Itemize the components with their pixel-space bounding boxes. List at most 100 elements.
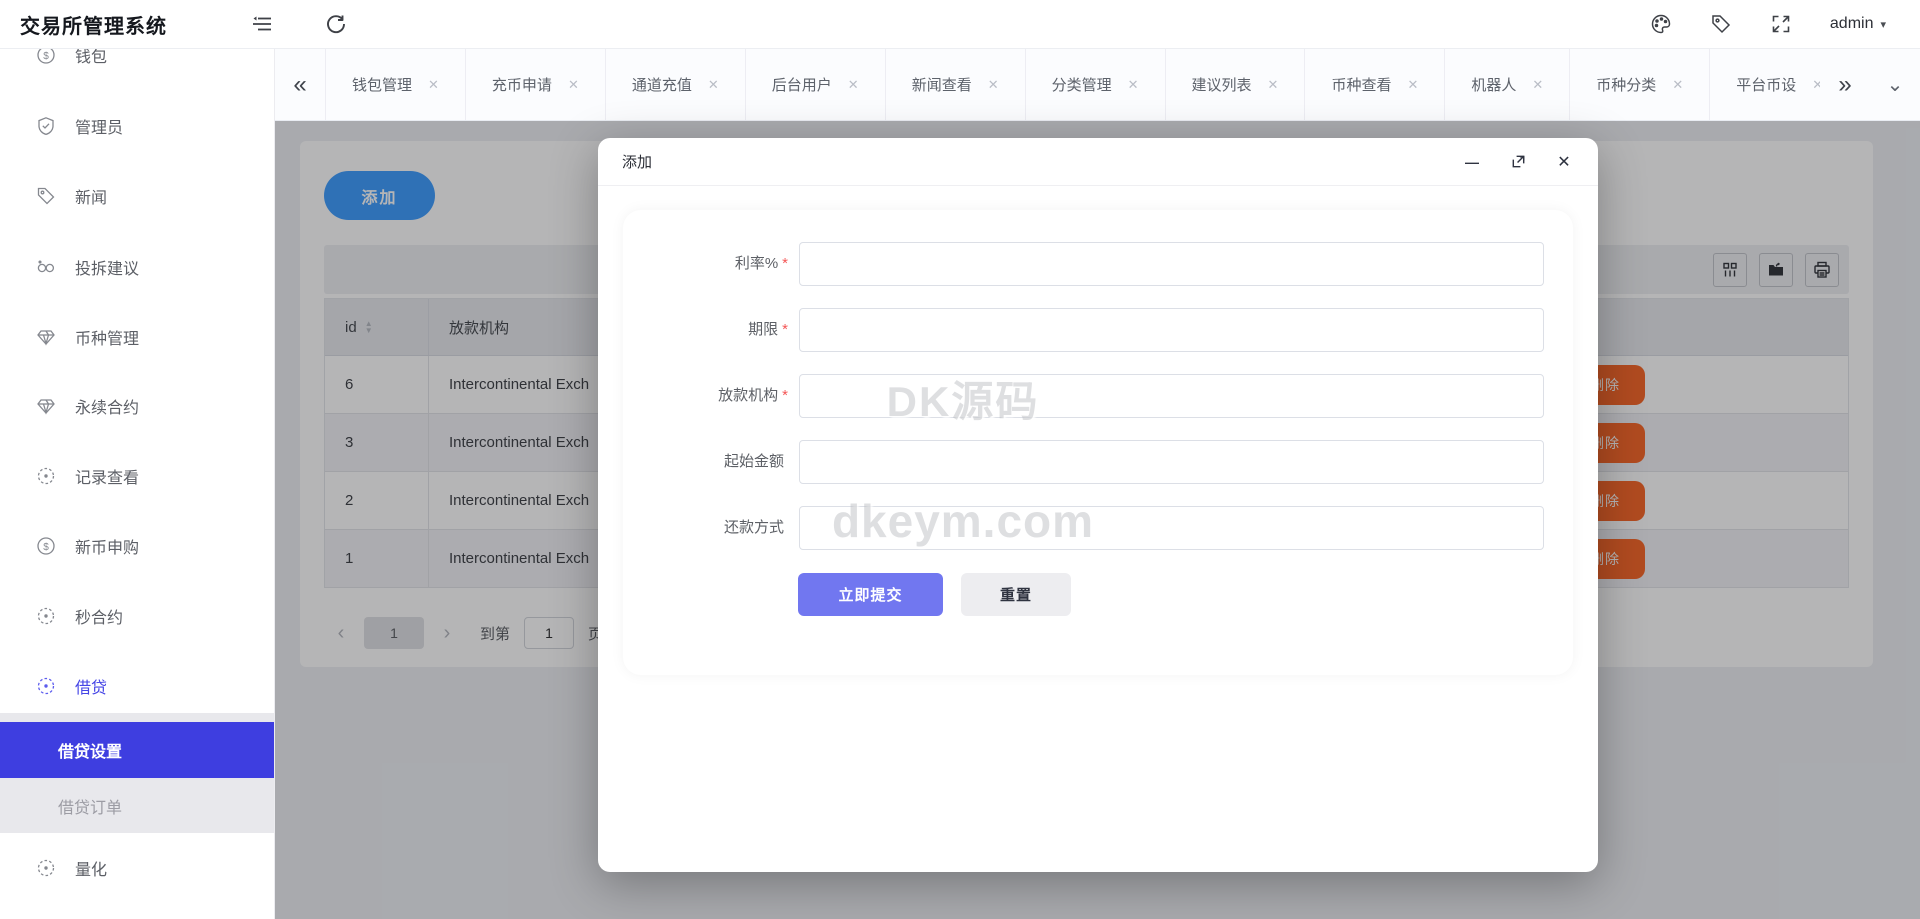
tab-label: 平台币设 [1736,77,1797,94]
sidebar-item-label: 记录查看 [75,470,140,487]
tag-icon [36,186,56,206]
tab-close-icon[interactable]: ✕ [1812,77,1820,93]
sidebar-item-coin-management[interactable]: 币种管理 [0,309,274,365]
close-icon[interactable]: ✕ [1554,152,1574,172]
sidebar-item-label: 永续合约 [75,400,140,417]
sidebar-item-admin[interactable]: 管理员 [0,98,274,154]
tab-label: 通道充值 [631,77,692,94]
sidebar-item-quant[interactable]: 量化 [0,840,274,896]
tab-category-management[interactable]: 分类管理 ✕ [1026,49,1166,120]
tab-label: 币种查看 [1331,77,1392,94]
sidebar-subitem-lending-orders[interactable]: 借贷订单 [0,778,274,833]
tab-close-icon[interactable]: ✕ [848,77,859,93]
tabs-menu-chevron-down-icon[interactable]: ⌄ [1870,49,1920,120]
form-row-lender: 放款机构 * [598,374,1598,418]
maximize-icon[interactable] [1508,152,1528,172]
sidebar-item-lending[interactable]: 借贷 [0,658,274,714]
svg-text:$: $ [43,542,49,553]
reset-button[interactable]: 重置 [961,573,1071,616]
tab-wallet-management[interactable]: 钱包管理 ✕ [325,49,466,120]
sidebar-item-label: 币种管理 [75,331,140,348]
tab-deposit-request[interactable]: 充币申请 ✕ [466,49,606,120]
sidebar-item-suggestions[interactable]: 投拆建议 [0,239,274,295]
field-label: 期限 [748,321,779,338]
field-label: 利率% [734,255,779,272]
start-amount-input[interactable] [799,440,1544,484]
theme-palette-icon[interactable] [1650,13,1672,35]
tab-backend-users[interactable]: 后台用户 ✕ [746,49,886,120]
sidebar-item-label: 管理员 [75,120,124,137]
tab-label: 币种分类 [1596,77,1657,94]
sidebar-item-news[interactable]: 新闻 [0,168,274,224]
shield-check-icon [36,116,56,136]
sidebar-item-records[interactable]: 记录查看 [0,448,274,504]
tabbar: « 钱包管理 ✕ 充币申请 ✕ 通道充值 ✕ 后台用户 ✕ 新闻查看 ✕ 分类管理 ✕ 建议… [275,49,1920,121]
tab-close-icon[interactable]: ✕ [1268,77,1279,93]
aim-circle-icon [36,606,56,626]
tabs-scroll-right-icon[interactable]: » [1820,49,1870,120]
dialog-title: 添加 [622,154,653,171]
tab-news-view[interactable]: 新闻查看 ✕ [886,49,1026,120]
tab-coin-view[interactable]: 币种查看 ✕ [1305,49,1446,120]
aim-circle-icon [36,676,56,696]
gem-icon [36,396,56,416]
tab-close-icon[interactable]: ✕ [1407,77,1418,93]
user-name: admin [1829,15,1874,32]
sidebar-item-second-contract[interactable]: 秒合约 [0,588,274,644]
sidebar-item-perpetual[interactable]: 永续合约 [0,378,274,434]
tab-close-icon[interactable]: ✕ [708,77,719,93]
sidebar-item-label: 借贷 [75,680,108,697]
lender-input[interactable] [799,374,1544,418]
form-row-term: 期限 * [598,308,1598,352]
collapse-sidebar-icon[interactable] [251,13,273,35]
sidebar-item-label: 新闻 [75,190,108,207]
subitem-label: 借贷设置 [58,744,123,761]
repayment-input[interactable] [799,506,1544,550]
tab-close-icon[interactable]: ✕ [568,77,579,93]
tab-close-icon[interactable]: ✕ [1128,77,1139,93]
add-dialog: 添加 — ✕ 利率% * 期限 * 放款机构 * 起始金额 还款方式 立即提交 重置 … [598,138,1598,872]
sidebar-item-label: 秒合约 [75,610,124,627]
sidebar-item-wallet[interactable]: $ 钱包 [0,49,274,83]
tab-robot[interactable]: 机器人 ✕ [1445,49,1571,120]
tab-label: 机器人 [1471,77,1517,94]
tab-coin-category[interactable]: 币种分类 ✕ [1570,49,1711,120]
dialog-header: 添加 — ✕ [598,138,1598,186]
sidebar: $ 钱包 管理员 新闻 投拆建议 币种管理 永续合约 记录查看 $ 新币申购 秒… [0,49,275,919]
tabs-scroll-left-icon[interactable]: « [275,49,325,120]
svg-text:$: $ [43,51,49,62]
sidebar-item-label: 新币申购 [75,540,140,557]
tabs-strip: 钱包管理 ✕ 充币申请 ✕ 通道充值 ✕ 后台用户 ✕ 新闻查看 ✕ 分类管理 ✕ 建议列表… [325,49,1820,120]
infinity-link-icon [36,257,56,277]
sidebar-item-label: 钱包 [75,49,108,66]
rate-input[interactable] [799,242,1544,286]
dollar-circle-icon: $ [36,49,56,65]
tab-label: 充币申请 [491,77,552,94]
sidebar-item-label: 投拆建议 [75,261,140,278]
required-asterisk: * [782,387,788,404]
required-asterisk: * [782,255,788,272]
form-row-rate: 利率% * [598,242,1598,286]
user-menu[interactable]: admin ▾ [1830,15,1886,33]
caret-down-icon: ▾ [1880,18,1886,31]
fullscreen-icon[interactable] [1770,13,1792,35]
tab-label: 钱包管理 [352,77,413,94]
aim-circle-icon [36,858,56,878]
sidebar-subitem-lending-settings[interactable]: 借贷设置 [0,722,274,778]
tab-close-icon[interactable]: ✕ [1672,77,1683,93]
term-input[interactable] [799,308,1544,352]
sidebar-item-new-coin[interactable]: $ 新币申购 [0,518,274,574]
tab-close-icon[interactable]: ✕ [428,77,439,93]
refresh-icon[interactable] [325,13,347,35]
submit-button[interactable]: 立即提交 [798,573,943,616]
tab-close-icon[interactable]: ✕ [1532,77,1543,93]
tab-platform-coin[interactable]: 平台币设 ✕ [1710,49,1820,120]
tag-icon[interactable] [1710,13,1732,35]
minimize-icon[interactable]: — [1462,152,1482,172]
tab-channel-deposit[interactable]: 通道充值 ✕ [606,49,746,120]
form-row-repayment: 还款方式 [598,506,1598,550]
required-asterisk: * [782,321,788,338]
tab-close-icon[interactable]: ✕ [988,77,999,93]
tab-suggestion-list[interactable]: 建议列表 ✕ [1166,49,1306,120]
lending-submenu: 借贷设置 借贷订单 [0,713,274,833]
